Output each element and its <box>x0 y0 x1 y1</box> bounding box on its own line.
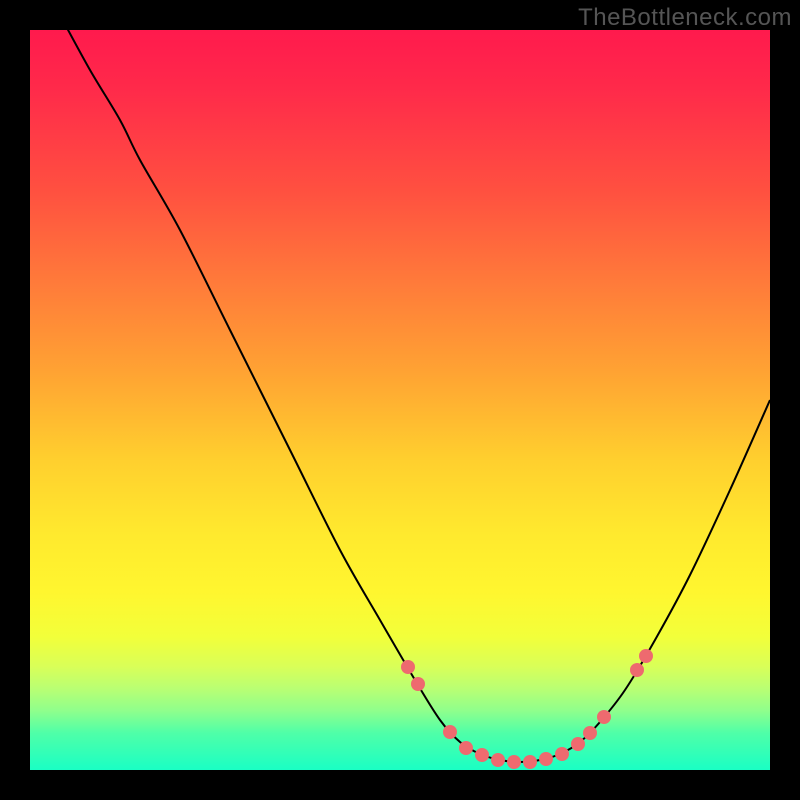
curve-marker <box>507 755 521 769</box>
curve-marker <box>539 752 553 766</box>
curve-marker <box>443 725 457 739</box>
curve-marker <box>583 726 597 740</box>
curve-marker <box>401 660 415 674</box>
response-curve <box>60 30 770 762</box>
curve-marker <box>459 741 473 755</box>
curve-marker <box>630 663 644 677</box>
curve-marker <box>475 748 489 762</box>
curve-marker <box>555 747 569 761</box>
curve-marker <box>571 737 585 751</box>
curve-marker <box>491 753 505 767</box>
watermark-text: TheBottleneck.com <box>578 4 792 32</box>
curve-svg <box>30 30 770 770</box>
plot-area <box>30 30 770 770</box>
curve-marker <box>639 649 653 663</box>
curve-markers <box>401 649 653 769</box>
curve-marker <box>523 755 537 769</box>
curve-marker <box>597 710 611 724</box>
curve-marker <box>411 677 425 691</box>
chart-frame: TheBottleneck.com <box>0 0 800 800</box>
